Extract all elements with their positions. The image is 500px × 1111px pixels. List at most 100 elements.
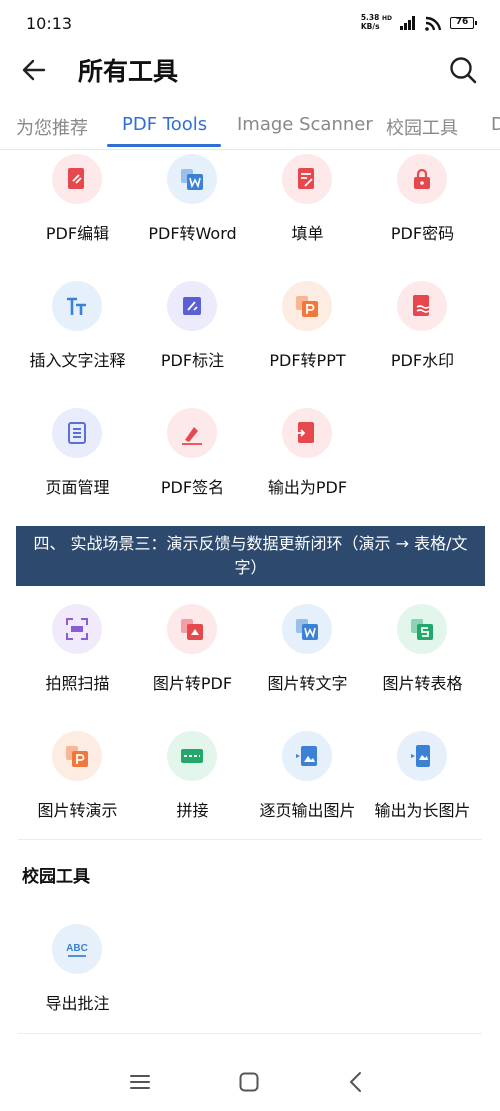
system-nav-bar — [0, 1050, 500, 1110]
tab-campus-tools[interactable]: 校园工具 — [386, 114, 458, 140]
tool-label: 填单 — [291, 224, 324, 243]
image-to-pdf-icon — [181, 619, 203, 640]
tool-icon-badge — [52, 731, 102, 781]
tool-label: 图片转演示 — [37, 801, 118, 820]
tool-icon-badge — [397, 604, 447, 654]
watermark-icon — [413, 295, 430, 316]
tool-icon-badge — [282, 731, 332, 781]
tool-label: PDF签名 — [160, 478, 225, 497]
text-annotation-icon — [67, 297, 86, 315]
tool-icon-badge — [52, 154, 102, 204]
section-title-campus: 校园工具 — [22, 867, 90, 887]
tool-item[interactable]: 填单 — [245, 154, 370, 281]
export-annotation-icon: ABC — [66, 943, 88, 957]
tool-icon-badge — [282, 281, 332, 331]
tool-item[interactable]: 拍照扫描 — [15, 604, 140, 731]
section-divider — [18, 1033, 482, 1034]
status-indicators: 5.38 HD KB/s 76 — [361, 14, 477, 31]
tool-label: 插入文字注释 — [29, 351, 126, 370]
tool-icon-badge: ABC — [52, 924, 102, 974]
network-speed: 5.38 HD KB/s — [361, 14, 392, 31]
tool-item[interactable]: PDF标注 — [130, 281, 255, 408]
tool-item[interactable]: 图片转PDF — [130, 604, 255, 731]
tool-icon-badge — [167, 408, 217, 458]
pdf-markup-icon — [183, 297, 201, 315]
tool-icon-badge — [397, 154, 447, 204]
pdf-edit-icon — [68, 168, 84, 189]
tool-item[interactable]: ABC 导出批注 — [15, 924, 140, 1051]
tool-icon-badge — [397, 281, 447, 331]
svg-text:ABC: ABC — [66, 943, 88, 954]
tool-item[interactable]: PDF签名 — [130, 408, 255, 535]
status-bar: 10:13 5.38 HD KB/s 76 — [0, 0, 500, 48]
network-type: HD — [381, 15, 392, 22]
tool-item[interactable]: 图片转文字 — [245, 604, 370, 731]
pdf-to-word-icon — [181, 169, 203, 190]
stitch-icon — [181, 749, 203, 763]
tool-label: PDF水印 — [390, 351, 455, 370]
tool-label: PDF密码 — [390, 224, 455, 243]
long-image-icon — [411, 745, 430, 767]
tool-label: 页面管理 — [45, 478, 110, 497]
tool-icon-badge — [167, 731, 217, 781]
tool-icon-badge — [167, 154, 217, 204]
tool-item[interactable]: 输出为PDF — [245, 408, 370, 535]
home-icon[interactable] — [237, 1070, 261, 1094]
caption-banner: 四、 实战场景三：演示反馈与数据更新闭环（演示 → 表格/文字） — [16, 526, 485, 586]
active-tab-indicator — [107, 144, 221, 147]
tool-icon-badge — [282, 604, 332, 654]
export-images-icon — [296, 746, 317, 766]
image-to-ppt-icon — [66, 746, 88, 767]
export-pdf-icon — [296, 422, 314, 443]
menu-icon[interactable] — [128, 1070, 152, 1094]
image-to-text-icon — [296, 619, 318, 640]
tool-icon-badge — [52, 604, 102, 654]
battery-indicator: 76 — [450, 16, 477, 29]
tool-label: 拼接 — [176, 801, 209, 820]
tool-label: 拍照扫描 — [45, 674, 110, 693]
signal-icon — [400, 15, 415, 30]
tool-icon-badge — [167, 604, 217, 654]
tool-label: 输出为PDF — [267, 478, 348, 497]
fill-form-icon — [298, 168, 314, 189]
tool-icon-badge — [52, 408, 102, 458]
back-icon[interactable] — [344, 1070, 368, 1094]
tool-icon-badge — [52, 281, 102, 331]
tool-label: 输出为长图片 — [374, 801, 471, 820]
category-tabs: 为您推荐 PDF Tools Image Scanner 校园工具 D — [0, 104, 500, 150]
tool-item[interactable]: 插入文字注释 — [15, 281, 140, 408]
image-to-sheet-icon — [411, 619, 433, 640]
tab-more[interactable]: D — [491, 114, 500, 135]
page-title: 所有工具 — [78, 57, 179, 86]
tool-label: PDF转Word — [148, 224, 237, 243]
network-speed-value: 5.38 — [360, 13, 380, 22]
tool-label: 逐页输出图片 — [259, 801, 356, 820]
tool-label: 图片转文字 — [267, 674, 348, 693]
search-icon[interactable] — [448, 55, 478, 85]
tool-item[interactable]: PDF转Word — [130, 154, 255, 281]
app-header: 所有工具 — [0, 48, 500, 92]
tool-icon-badge — [397, 731, 447, 781]
tool-label: PDF编辑 — [45, 224, 110, 243]
tool-item[interactable]: PDF转PPT — [245, 281, 370, 408]
scan-icon — [66, 618, 88, 640]
tool-item[interactable]: PDF水印 — [360, 281, 485, 408]
tool-icon-badge — [282, 154, 332, 204]
back-arrow-icon[interactable] — [20, 56, 48, 84]
tool-item[interactable]: 图片转表格 — [360, 604, 485, 731]
page-manage-icon — [68, 422, 86, 444]
section-divider — [18, 839, 482, 840]
tool-icon-badge — [167, 281, 217, 331]
lock-icon — [414, 168, 430, 189]
tool-label: 导出批注 — [45, 994, 110, 1013]
tool-item[interactable]: PDF密码 — [360, 154, 485, 281]
tool-item[interactable]: 页面管理 — [15, 408, 140, 535]
wifi-icon — [425, 16, 442, 31]
tool-item[interactable]: PDF编辑 — [15, 154, 140, 281]
pdf-to-ppt-icon — [296, 296, 318, 317]
tab-image-scanner[interactable]: Image Scanner — [237, 114, 373, 135]
tab-pdf-tools[interactable]: PDF Tools — [122, 114, 207, 135]
signature-icon — [182, 427, 202, 445]
tab-recommended[interactable]: 为您推荐 — [16, 114, 88, 140]
tool-label: PDF转PPT — [269, 351, 346, 370]
